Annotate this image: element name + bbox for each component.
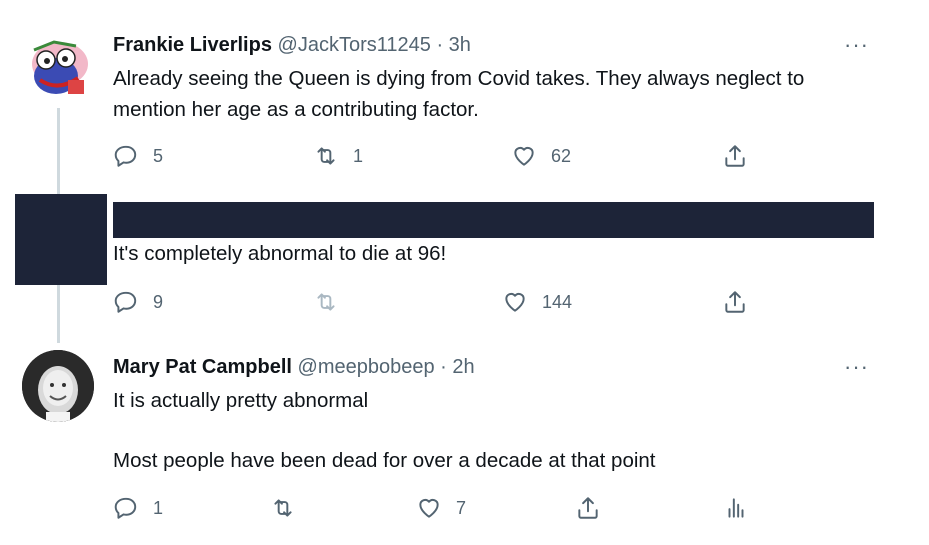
redacted-header <box>113 202 874 238</box>
analytics-icon <box>728 498 744 518</box>
tweet-text: It's completely abnormal to die at 96! <box>113 238 446 269</box>
retweet-button[interactable] <box>313 289 339 315</box>
reply-button[interactable]: 5 <box>113 143 163 169</box>
share-button[interactable] <box>575 495 601 521</box>
tweet-header: Frankie Liverlips @JackTors11245 · 3h <box>113 34 471 57</box>
tweet-text-line: Most people have been dead for over a de… <box>113 449 656 472</box>
retweet-icon <box>317 293 335 311</box>
tweet-text: Already seeing the Queen is dying from C… <box>113 63 804 125</box>
thread-line <box>57 285 60 343</box>
tweet-time[interactable]: · 3h <box>436 34 470 56</box>
more-options-button[interactable]: ··· <box>844 356 869 378</box>
reply-icon <box>114 497 137 519</box>
tweet-text-line: mention her age as a contributing factor… <box>113 98 479 121</box>
avatar-cartoon-icon <box>32 40 88 94</box>
author-handle[interactable]: @meepbobeep <box>298 356 435 378</box>
tweet-text: It is actually pretty abnormal <box>113 385 368 416</box>
reply-button[interactable]: 9 <box>113 289 163 315</box>
avatar[interactable] <box>22 350 94 422</box>
heart-icon <box>514 146 534 166</box>
reply-count: 5 <box>153 145 164 166</box>
retweet-icon <box>274 499 292 517</box>
like-count: 144 <box>542 291 573 312</box>
thread-line <box>57 108 60 194</box>
redacted-avatar <box>15 194 107 285</box>
share-button[interactable] <box>722 143 748 169</box>
tweet-text-line: It's completely abnormal to die at 96! <box>113 242 447 265</box>
share-icon <box>725 291 745 313</box>
share-icon <box>578 497 598 519</box>
like-button[interactable]: 144 <box>502 289 572 315</box>
tweet-header: Mary Pat Campbell @meepbobeep · 2h <box>113 356 475 379</box>
retweet-icon <box>317 147 335 165</box>
reply-icon <box>114 291 137 313</box>
heart-icon <box>419 498 439 518</box>
reply-button[interactable]: 1 <box>113 495 163 521</box>
tweet-text-line: Already seeing the Queen is dying from C… <box>113 67 805 90</box>
like-count: 7 <box>456 497 467 518</box>
like-count: 62 <box>551 145 572 166</box>
retweet-button[interactable]: 1 <box>313 143 363 169</box>
reply-icon <box>114 145 137 167</box>
author-handle[interactable]: @JackTors11245 <box>278 34 431 56</box>
avatar-photo-icon <box>22 350 94 422</box>
retweet-count: 1 <box>353 145 364 166</box>
like-button[interactable]: 7 <box>416 495 466 521</box>
analytics-button[interactable] <box>723 495 749 521</box>
reply-count: 9 <box>153 291 164 312</box>
tweet-text: Most people have been dead for over a de… <box>113 445 656 476</box>
like-button[interactable]: 62 <box>511 143 571 169</box>
author-name[interactable]: Frankie Liverlips <box>113 34 272 56</box>
heart-icon <box>505 292 525 312</box>
author-name[interactable]: Mary Pat Campbell <box>113 356 292 378</box>
avatar[interactable] <box>20 30 96 106</box>
share-icon <box>725 145 745 167</box>
tweet-text-line: It is actually pretty abnormal <box>113 389 369 412</box>
retweet-button[interactable] <box>270 495 296 521</box>
tweet-time[interactable]: · 2h <box>440 356 474 378</box>
reply-count: 1 <box>153 497 164 518</box>
share-button[interactable] <box>722 289 748 315</box>
more-options-button[interactable]: ··· <box>844 34 869 56</box>
